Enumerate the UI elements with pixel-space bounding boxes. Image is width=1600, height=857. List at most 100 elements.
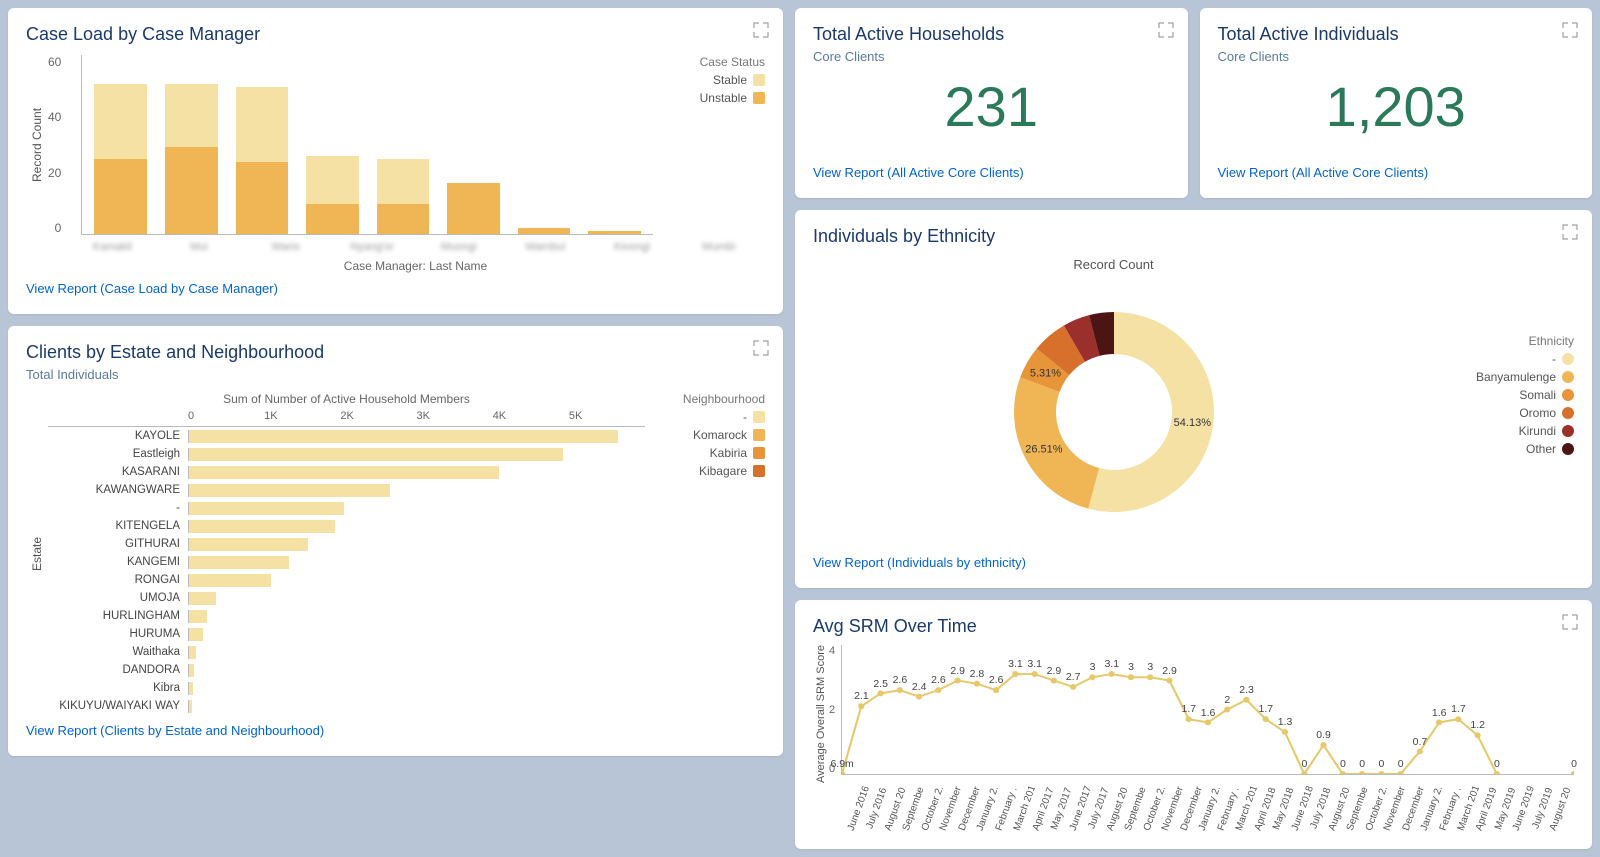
bar-segment[interactable] <box>189 484 390 497</box>
data-point[interactable] <box>1089 674 1095 680</box>
bar-segment[interactable] <box>165 84 218 147</box>
bar-segment[interactable] <box>189 574 271 587</box>
bar-segment[interactable] <box>447 183 500 234</box>
data-point[interactable] <box>1070 684 1076 690</box>
data-point[interactable] <box>1320 742 1326 748</box>
data-point[interactable] <box>1417 748 1423 754</box>
data-label: 1.7 <box>1181 703 1196 715</box>
view-report-link[interactable]: View Report (All Active Core Clients) <box>813 165 1024 180</box>
bar-segment[interactable] <box>377 159 430 204</box>
data-label: 1.6 <box>1432 707 1447 719</box>
bar-segment[interactable] <box>189 556 289 569</box>
legend-item[interactable]: Oromo <box>1444 406 1574 420</box>
bar-segment[interactable] <box>189 502 344 515</box>
view-report-link[interactable]: View Report (Individuals by ethnicity) <box>813 555 1026 570</box>
legend-item[interactable]: - <box>1444 352 1574 366</box>
bar-segment[interactable] <box>306 156 359 204</box>
view-report-link[interactable]: View Report (Clients by Estate and Neigh… <box>26 723 324 738</box>
bar-segment[interactable] <box>189 646 196 659</box>
legend-item[interactable]: Komarock <box>655 428 765 442</box>
view-report-link[interactable]: View Report (Case Load by Case Manager) <box>26 281 278 296</box>
legend-item[interactable]: Stable <box>665 73 765 87</box>
data-point[interactable] <box>1243 697 1249 703</box>
legend-item[interactable]: Somali <box>1444 388 1574 402</box>
hbar-row: KAWANGWARE <box>48 481 645 499</box>
data-point[interactable] <box>878 690 884 696</box>
row-label: Eastleigh <box>48 448 188 460</box>
bar-segment[interactable] <box>94 84 147 159</box>
data-point[interactable] <box>1128 674 1134 680</box>
bar-segment[interactable] <box>306 204 359 234</box>
bar-segment[interactable] <box>518 228 571 234</box>
row-label: - <box>48 502 188 514</box>
data-label: 2.6 <box>893 674 908 686</box>
y-axis-label: Record Count <box>26 55 48 235</box>
data-point[interactable] <box>1359 771 1365 774</box>
data-point[interactable] <box>842 771 845 774</box>
bar-segment[interactable] <box>189 700 192 713</box>
legend-item[interactable]: Kibagare <box>655 464 765 478</box>
card-title: Total Active Households <box>813 24 1170 45</box>
data-point[interactable] <box>993 687 999 693</box>
bar-segment[interactable] <box>189 628 203 641</box>
data-point[interactable] <box>955 677 961 683</box>
bar-segment[interactable] <box>377 204 430 234</box>
bar-segment[interactable] <box>189 538 308 551</box>
bar-segment[interactable] <box>189 520 335 533</box>
data-point[interactable] <box>1571 771 1574 774</box>
data-point[interactable] <box>1051 677 1057 683</box>
bar-segment[interactable] <box>165 147 218 234</box>
bar-segment[interactable] <box>236 162 289 234</box>
data-point[interactable] <box>1166 677 1172 683</box>
data-point[interactable] <box>1282 729 1288 735</box>
bar-segment[interactable] <box>588 231 641 234</box>
data-point[interactable] <box>916 694 922 700</box>
bar-segment[interactable] <box>94 159 147 234</box>
card-subtitle: Total Individuals <box>26 367 765 382</box>
data-point[interactable] <box>1186 716 1192 722</box>
data-point[interactable] <box>1012 671 1018 677</box>
data-point[interactable] <box>1436 719 1442 725</box>
expand-icon[interactable] <box>1562 224 1578 240</box>
legend-item[interactable]: Unstable <box>665 91 765 105</box>
bar-segment[interactable] <box>189 592 216 605</box>
view-report-link[interactable]: View Report (All Active Core Clients) <box>1218 165 1429 180</box>
expand-icon[interactable] <box>753 22 769 38</box>
data-point[interactable] <box>1455 716 1461 722</box>
bar-segment[interactable] <box>189 682 193 695</box>
legend-item[interactable]: Other <box>1444 442 1574 456</box>
card-subtitle: Core Clients <box>813 49 1170 64</box>
expand-icon[interactable] <box>1158 22 1174 38</box>
data-point[interactable] <box>1224 707 1230 713</box>
bar-segment[interactable] <box>189 448 563 461</box>
data-point[interactable] <box>1475 732 1481 738</box>
data-label: 1.3 <box>1278 716 1293 728</box>
data-point[interactable] <box>1205 719 1211 725</box>
expand-icon[interactable] <box>753 340 769 356</box>
row-label: KASARANI <box>48 466 188 478</box>
bar-segment[interactable] <box>189 664 194 677</box>
data-point[interactable] <box>1032 671 1038 677</box>
bar-segment[interactable] <box>189 430 618 443</box>
legend-item[interactable]: - <box>655 410 765 424</box>
expand-icon[interactable] <box>1562 614 1578 630</box>
bar-segment[interactable] <box>189 610 207 623</box>
legend-item[interactable]: Banyamulenge <box>1444 370 1574 384</box>
data-point[interactable] <box>1109 671 1115 677</box>
data-label: 0 <box>1378 758 1384 770</box>
data-point[interactable] <box>1263 716 1269 722</box>
data-point[interactable] <box>1378 771 1384 774</box>
expand-icon[interactable] <box>1562 22 1578 38</box>
legend-item[interactable]: Kabiria <box>655 446 765 460</box>
left-column: Case Load by Case Manager Record Count 6… <box>8 8 783 849</box>
data-point[interactable] <box>858 703 864 709</box>
data-point[interactable] <box>1147 674 1153 680</box>
data-point[interactable] <box>974 681 980 687</box>
row-label: GITHURAI <box>48 538 188 550</box>
row-label: HURUMA <box>48 628 188 640</box>
bar-segment[interactable] <box>236 87 289 162</box>
legend-item[interactable]: Kirundi <box>1444 424 1574 438</box>
data-point[interactable] <box>935 687 941 693</box>
data-point[interactable] <box>897 687 903 693</box>
bar-segment[interactable] <box>189 466 499 479</box>
